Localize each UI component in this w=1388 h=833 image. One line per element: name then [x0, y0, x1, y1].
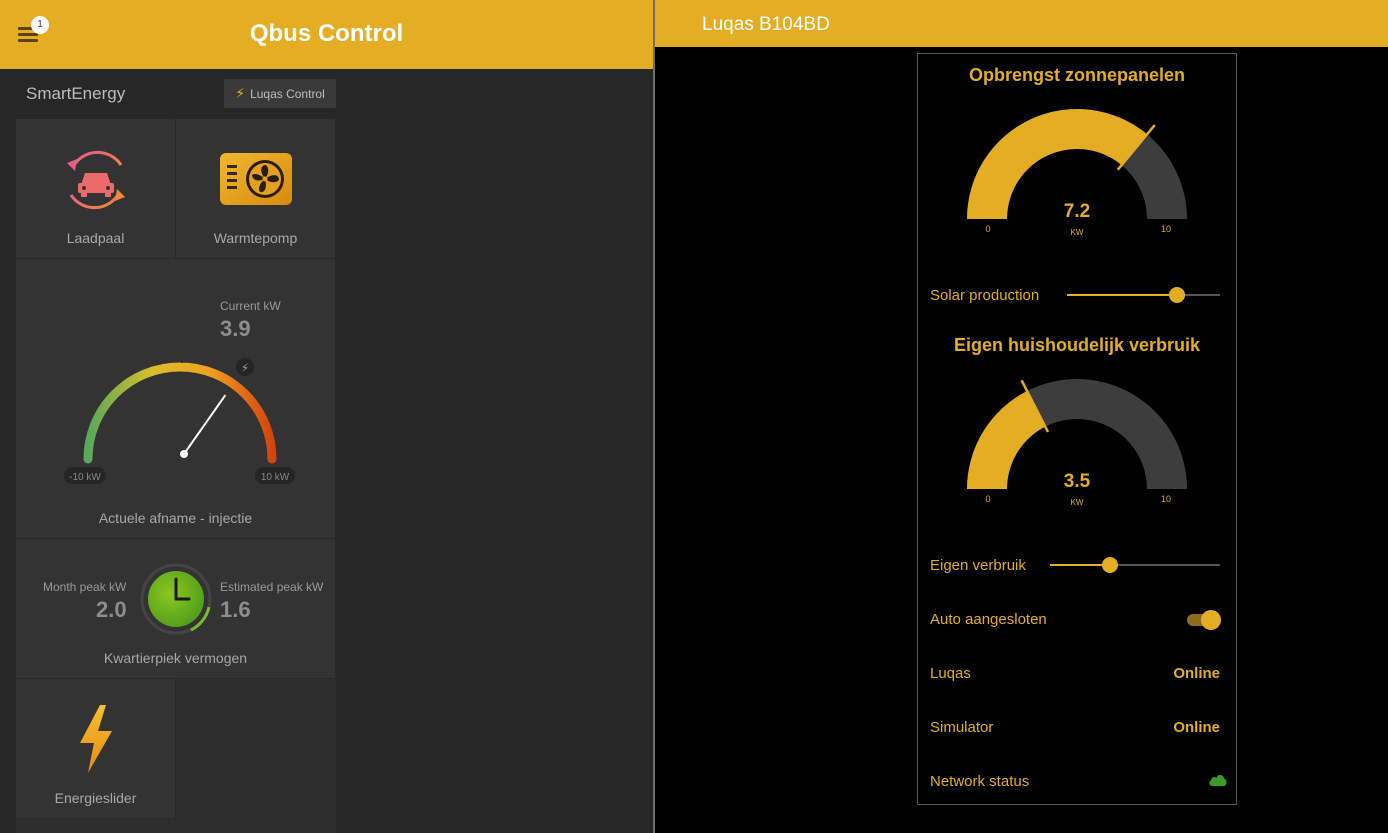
solar-gauge-min: 0: [985, 224, 990, 234]
simulator-status-label: Simulator: [930, 719, 994, 736]
left-panel: 1 Qbus Control SmartEnergy ⚡ Luqas Contr…: [0, 0, 653, 833]
cloud-icon: [1209, 775, 1227, 786]
house-slider-thumb[interactable]: [1101, 557, 1118, 573]
gauge-min-label: -10 kW: [69, 472, 101, 483]
bolt-marker-icon: ⚡: [241, 361, 249, 375]
solar-gauge-title: Opbrengst zonnepanelen: [968, 65, 1186, 85]
solar-slider[interactable]: [1067, 287, 1220, 303]
tile-peak[interactable]: Month peak kW 2.0 Estimated peak kW 1.6 …: [16, 539, 336, 679]
panel-divider: [653, 0, 655, 833]
solar-gauge: 7.2 KW 0 10: [967, 109, 1187, 237]
peak-caption: Kwartierpiek vermogen: [103, 650, 248, 666]
tile-warmtepomp[interactable]: Warmtepomp: [176, 119, 336, 259]
solar-gauge-unit: KW: [1071, 228, 1084, 237]
house-slider-label: Eigen verbruik: [930, 557, 1026, 574]
luqas-control-button[interactable]: ⚡ Luqas Control: [224, 79, 336, 108]
lightning-icon: [80, 705, 112, 773]
device-title: Luqas B104BD: [702, 14, 830, 35]
solar-gauge-max: 10: [1161, 224, 1171, 234]
house-slider[interactable]: [1050, 557, 1220, 573]
tile-warmtepomp-label: Warmtepomp: [213, 230, 298, 246]
tile-grid: Laadpaal Warmtepomp Current kW 3.9 ⚡ -10…: [16, 119, 336, 833]
network-status-label: Network status: [930, 773, 1030, 790]
tile-energieslider[interactable]: Energieslider: [16, 679, 176, 819]
heat-pump-icon: [220, 153, 292, 205]
gauge-max-label: 10 kW: [261, 472, 290, 483]
auto-toggle-knob: [1201, 610, 1221, 630]
estimated-peak-value: 1.6: [220, 597, 251, 622]
device-card: Opbrengst zonnepanelen 7.2 KW 0 10 Solar…: [917, 53, 1237, 805]
solar-slider-fill: [1067, 294, 1178, 296]
solar-slider-label: Solar production: [930, 287, 1040, 304]
tile-laadpaal[interactable]: Laadpaal: [16, 119, 176, 259]
month-peak-label: Month peak kW: [43, 580, 127, 594]
solar-gauge-value: 7.2: [1064, 201, 1090, 222]
power-gauge: ⚡ -10 kW 10 kW: [64, 353, 295, 484]
luqas-status-label: Luqas: [930, 665, 971, 682]
tile-energieslider-label: Energieslider: [54, 790, 137, 806]
auto-label: Auto aangesloten: [930, 611, 1047, 628]
needle-pivot: [180, 450, 188, 458]
house-slider-fill: [1050, 564, 1110, 566]
house-gauge-value: 3.5: [1064, 471, 1091, 492]
power-gauge-caption: Actuele afname - injectie: [98, 510, 253, 526]
house-gauge: 3.5 KW 0 10: [967, 379, 1187, 507]
power-needle: [183, 394, 227, 455]
house-gauge-max: 10: [1161, 494, 1171, 504]
month-peak-value: 2.0: [96, 597, 127, 622]
auto-toggle[interactable]: [1185, 609, 1221, 630]
solar-gauge-fill: [967, 109, 1148, 219]
estimated-peak-label: Estimated peak kW: [220, 580, 324, 594]
right-header: Luqas B104BD: [655, 0, 1388, 47]
simulator-status-value: Online: [1173, 719, 1220, 736]
bolt-icon: ⚡: [235, 85, 246, 101]
clock-icon: [140, 563, 212, 635]
app-root: 1 Qbus Control SmartEnergy ⚡ Luqas Contr…: [0, 0, 1388, 833]
luqas-control-label: Luqas Control: [250, 86, 325, 101]
house-gauge-min: 0: [985, 494, 990, 504]
luqas-status-value: Online: [1173, 665, 1220, 682]
house-gauge-title: Eigen huishoudelijk verbruik: [953, 335, 1201, 355]
tile-laadpaal-label: Laadpaal: [66, 230, 125, 246]
house-gauge-unit: KW: [1071, 498, 1084, 507]
tile-power-gauge[interactable]: Current kW 3.9 ⚡ -10 kW 10 kW Actuele af…: [16, 259, 336, 539]
solar-slider-thumb[interactable]: [1169, 287, 1186, 303]
ev-charger-icon: [67, 150, 125, 210]
left-header: 1 Qbus Control: [0, 0, 653, 69]
section-title: SmartEnergy: [26, 84, 126, 103]
app-title: Qbus Control: [249, 20, 404, 47]
